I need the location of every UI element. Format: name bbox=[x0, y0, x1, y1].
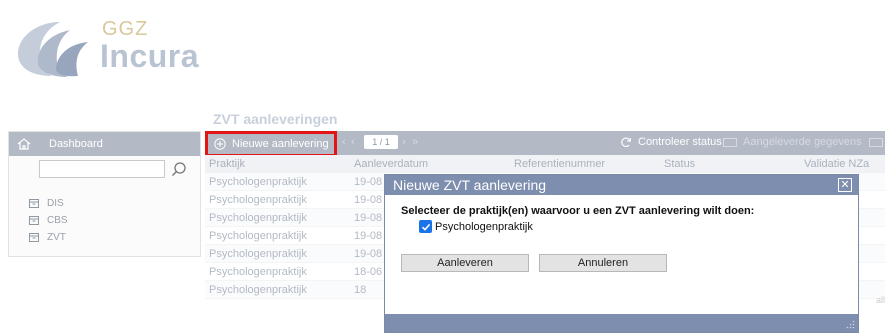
column-header[interactable]: Referentienummer bbox=[510, 158, 660, 170]
first-page-icon[interactable]: ‹ bbox=[342, 136, 346, 148]
practice-checkbox-label: Psychologenpraktijk bbox=[435, 220, 533, 233]
dialog-header: Nieuwe ZVT aanlevering ✕ bbox=[385, 175, 858, 195]
check-status-label: Controleer status bbox=[638, 136, 722, 148]
refresh-icon bbox=[621, 137, 632, 148]
sidebar: Dashboard DIS CBS ZVT bbox=[8, 131, 201, 257]
resize-grip-icon[interactable] bbox=[846, 320, 855, 329]
cancel-button[interactable]: Annuleren bbox=[539, 254, 667, 272]
check-status-button[interactable]: Controleer status bbox=[620, 136, 722, 148]
sidebar-item-label: ZVT bbox=[47, 232, 66, 243]
next-page-icon[interactable]: › bbox=[402, 136, 406, 148]
table-cell: Psychologenpraktijk bbox=[209, 175, 307, 188]
archive-icon bbox=[29, 199, 39, 208]
table-cell: Psychologenpraktijk bbox=[209, 265, 307, 278]
row-tail-text: all bbox=[875, 295, 885, 305]
dialog-prompt: Selecteer de praktijk(en) waarvoor u een… bbox=[401, 205, 755, 217]
sidebar-item-zvt[interactable]: ZVT bbox=[29, 232, 66, 243]
checkmark-icon bbox=[421, 223, 430, 231]
logo-mark-icon bbox=[18, 22, 88, 77]
page-indicator: 1 / 1 bbox=[364, 135, 398, 149]
table-cell: Psychologenpraktijk bbox=[209, 211, 307, 224]
search-icon[interactable] bbox=[171, 161, 187, 177]
sidebar-item-dis[interactable]: DIS bbox=[29, 198, 64, 209]
practice-checkbox[interactable] bbox=[419, 220, 432, 233]
card-icon[interactable] bbox=[869, 138, 883, 147]
delivered-data-button[interactable]: Aangeleverde gegevens bbox=[723, 136, 862, 148]
column-header[interactable]: Praktijk bbox=[205, 158, 350, 170]
prev-page-icon[interactable]: ‹ bbox=[351, 136, 355, 148]
table-header: Praktijk Aanleverdatum Referentienummer … bbox=[205, 155, 885, 173]
table-cell: Psychologenpraktijk bbox=[209, 283, 307, 296]
archive-icon bbox=[29, 233, 39, 242]
page: GGZ Incura ZVT aanleveringen Dashboard D… bbox=[0, 0, 885, 333]
column-header[interactable]: Aanleverdatum bbox=[350, 158, 510, 170]
sidebar-item-label: CBS bbox=[47, 215, 68, 226]
sidebar-search-input[interactable] bbox=[39, 160, 165, 178]
sidebar-item-cbs[interactable]: CBS bbox=[29, 215, 68, 226]
new-submission-dialog: Nieuwe ZVT aanlevering ✕ Selecteer de pr… bbox=[384, 174, 859, 333]
submit-button[interactable]: Aanleveren bbox=[401, 254, 529, 272]
new-submission-button[interactable]: Nieuwe aanlevering bbox=[205, 131, 337, 157]
home-icon bbox=[17, 138, 31, 150]
last-page-icon[interactable]: » bbox=[412, 136, 418, 148]
logo: GGZ Incura bbox=[8, 14, 200, 78]
table-cell: Psychologenpraktijk bbox=[209, 229, 307, 242]
delivered-data-label: Aangeleverde gegevens bbox=[743, 136, 862, 148]
card-icon bbox=[723, 137, 737, 147]
sidebar-item-label: DIS bbox=[47, 198, 64, 209]
close-icon[interactable]: ✕ bbox=[838, 178, 852, 192]
table-cell: Psychologenpraktijk bbox=[209, 193, 307, 206]
sidebar-dashboard-link[interactable]: Dashboard bbox=[9, 132, 200, 156]
logo-incura-text: Incura bbox=[100, 38, 200, 74]
dialog-footer bbox=[385, 314, 858, 332]
archive-icon bbox=[29, 216, 39, 225]
page-title: ZVT aanleveringen bbox=[213, 111, 338, 127]
dialog-title: Nieuwe ZVT aanlevering bbox=[393, 177, 547, 193]
column-header[interactable]: Validatie NZa bbox=[800, 158, 885, 170]
sidebar-dashboard-label: Dashboard bbox=[49, 138, 103, 150]
column-header[interactable]: Status bbox=[660, 158, 800, 170]
table-cell: Psychologenpraktijk bbox=[209, 247, 307, 260]
practice-checkbox-row[interactable]: Psychologenpraktijk bbox=[419, 220, 533, 233]
toolbar: Nieuwe aanlevering ‹ ‹ 1 / 1 › » Control… bbox=[205, 131, 885, 157]
plus-circle-icon bbox=[214, 138, 226, 150]
new-submission-label: Nieuwe aanlevering bbox=[232, 138, 329, 150]
